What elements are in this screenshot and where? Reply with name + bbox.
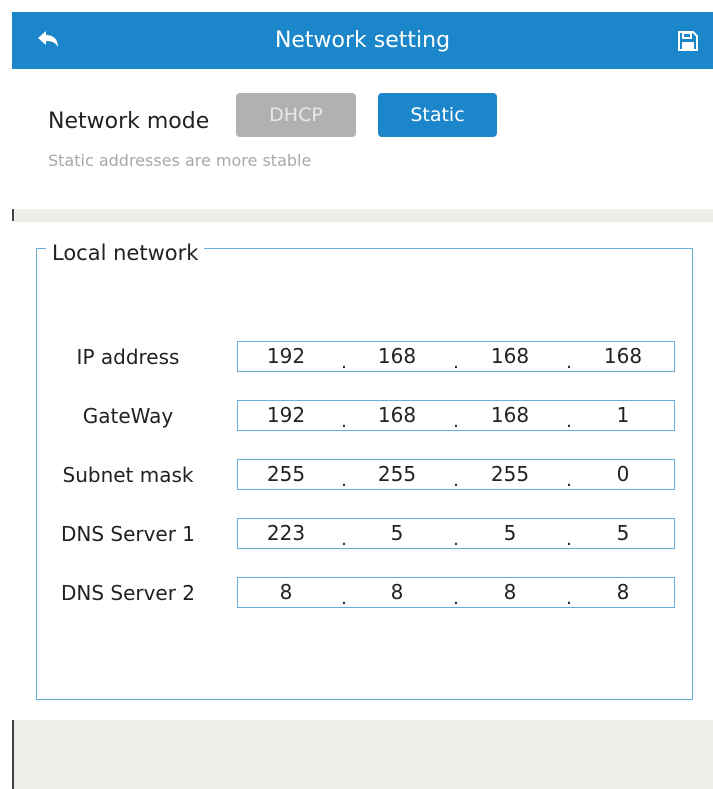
- local-network-title: Local network: [46, 239, 205, 267]
- dns-server-1-octet-3[interactable]: 5: [480, 519, 540, 548]
- dns-server-2-label: DNS Server 2: [60, 581, 196, 605]
- dns-server-2-octet-4[interactable]: 8: [593, 578, 653, 607]
- octet-separator: .: [453, 352, 459, 373]
- dhcp-mode-button[interactable]: DHCP: [236, 93, 356, 137]
- ip-address-field: 192. 168. 168. 168: [237, 341, 675, 373]
- ip-address-octet-3[interactable]: 168: [480, 342, 540, 371]
- octet-separator: .: [566, 588, 572, 609]
- octet-separator: .: [453, 411, 459, 432]
- save-button[interactable]: [677, 30, 699, 52]
- dns-server-2-octet-2[interactable]: 8: [367, 578, 427, 607]
- octet-separator: .: [453, 529, 459, 550]
- bottom-panel: [14, 720, 713, 789]
- dns-server-2-octet-1[interactable]: 8: [256, 578, 316, 607]
- gateway-octet-4[interactable]: 1: [593, 401, 653, 430]
- gateway-label: GateWay: [82, 404, 174, 428]
- network-mode-hint: Static addresses are more stable: [48, 151, 312, 170]
- subnet-mask-octet-3[interactable]: 255: [480, 460, 540, 489]
- subnet-mask-octet-4[interactable]: 0: [593, 460, 653, 489]
- network-mode-label: Network mode: [48, 109, 210, 134]
- octet-separator: .: [566, 529, 572, 550]
- dns-server-1-field: 223. 5. 5. 5: [237, 518, 675, 550]
- dns-server-1-octet-2[interactable]: 5: [367, 519, 427, 548]
- subnet-mask-octet-1[interactable]: 255: [256, 460, 316, 489]
- ip-address-label: IP address: [76, 345, 180, 369]
- subnet-mask-label: Subnet mask: [62, 463, 194, 487]
- octet-separator: .: [341, 411, 347, 432]
- gateway-octet-2[interactable]: 168: [367, 401, 427, 430]
- subnet-mask-field: 255. 255. 255. 0: [237, 459, 675, 491]
- dns-server-2-octet-3[interactable]: 8: [480, 578, 540, 607]
- page-title: Network setting: [274, 28, 451, 53]
- gateway-field: 192. 168. 168. 1: [237, 400, 675, 432]
- title-bar: Network setting: [12, 12, 713, 69]
- subnet-mask-octet-2[interactable]: 255: [367, 460, 427, 489]
- left-edge-marker-bottom: [12, 720, 14, 789]
- dns-server-1-octet-4[interactable]: 5: [593, 519, 653, 548]
- octet-separator: .: [341, 470, 347, 491]
- octet-separator: .: [566, 470, 572, 491]
- section-divider: [14, 209, 713, 222]
- dns-server-1-octet-1[interactable]: 223: [256, 519, 316, 548]
- octet-separator: .: [341, 352, 347, 373]
- ip-address-octet-4[interactable]: 168: [593, 342, 653, 371]
- octet-separator: .: [566, 411, 572, 432]
- ip-address-octet-1[interactable]: 192: [256, 342, 316, 371]
- dns-server-2-field: 8. 8. 8. 8: [237, 577, 675, 609]
- gateway-octet-3[interactable]: 168: [480, 401, 540, 430]
- floppy-disk-icon: [678, 31, 698, 51]
- static-mode-button[interactable]: Static: [378, 93, 497, 137]
- octet-separator: .: [341, 588, 347, 609]
- octet-separator: .: [566, 352, 572, 373]
- gateway-octet-1[interactable]: 192: [256, 401, 316, 430]
- octet-separator: .: [453, 588, 459, 609]
- octet-separator: .: [453, 470, 459, 491]
- ip-address-octet-2[interactable]: 168: [367, 342, 427, 371]
- dns-server-1-label: DNS Server 1: [60, 522, 196, 546]
- octet-separator: .: [341, 529, 347, 550]
